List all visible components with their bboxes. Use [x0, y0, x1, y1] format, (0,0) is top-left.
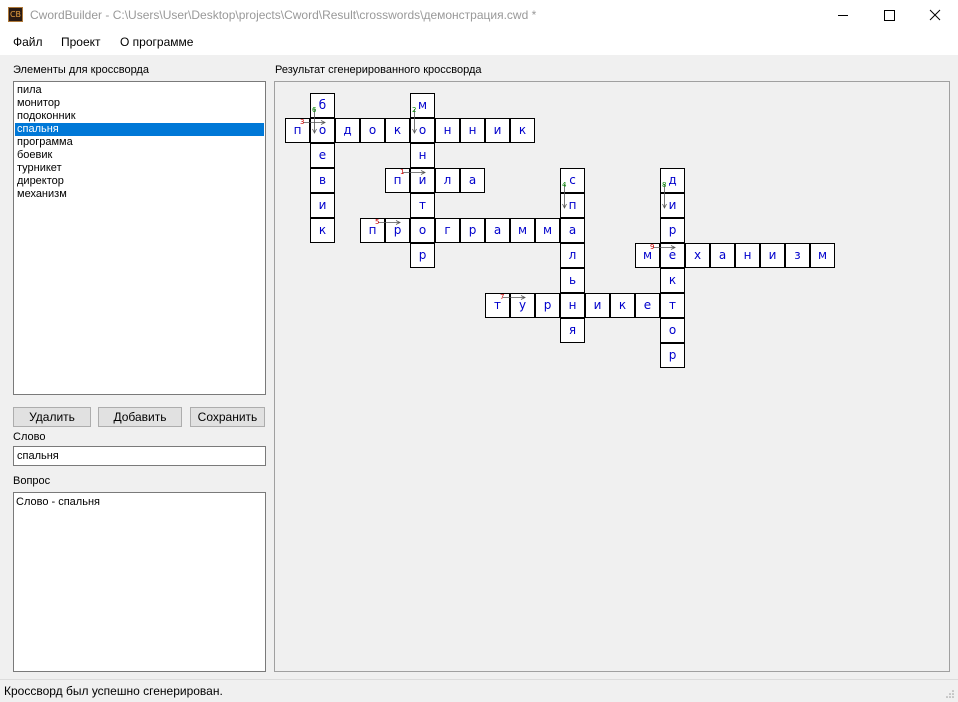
elements-label: Элементы для кроссворда — [13, 64, 149, 76]
title-bar[interactable]: CB CwordBuilder - C:\Users\User\Desktop\… — [0, 0, 958, 31]
word-number: 5 — [375, 218, 380, 226]
question-textarea[interactable]: Слово - спальня — [13, 492, 266, 672]
menu-file[interactable]: Файл — [13, 35, 43, 49]
word-number: 6 — [312, 106, 317, 114]
list-item[interactable]: программа — [15, 136, 264, 149]
word-number: 9 — [650, 243, 655, 251]
elements-list: пила монитор подоконник спальня программа бое… — [14, 82, 265, 201]
list-item[interactable]: боевик — [15, 149, 264, 162]
across-arrow — [378, 220, 401, 225]
list-item[interactable]: подоконник — [15, 110, 264, 123]
word-number: 4 — [562, 181, 567, 189]
delete-button[interactable]: Удалить — [13, 407, 91, 427]
across-arrow — [503, 295, 526, 300]
across-arrow — [303, 120, 326, 125]
across-arrow — [403, 170, 426, 175]
app-icon: CB — [8, 7, 23, 22]
question-label: Вопрос — [13, 475, 51, 487]
word-label: Слово — [13, 431, 46, 443]
word-number: 3 — [300, 118, 305, 126]
menu-bar: Файл Проект О программе — [0, 31, 958, 55]
crossword-canvas: пиламонторподокнникспальняпрграммбевикту… — [274, 81, 950, 672]
crossword-arrows — [303, 109, 676, 300]
list-item[interactable]: монитор — [15, 97, 264, 110]
word-number: 1 — [400, 168, 405, 176]
word-number: 7 — [500, 293, 505, 301]
window-title: CwordBuilder - C:\Users\User\Desktop\pro… — [30, 8, 537, 22]
maximize-icon[interactable] — [866, 0, 912, 31]
result-label: Результат сгенерированного кроссворда — [275, 64, 482, 76]
resize-grip-icon[interactable] — [945, 689, 955, 699]
menu-about[interactable]: О программе — [120, 35, 193, 49]
status-bar: Кроссворд был успешно сгенерирован. — [0, 679, 958, 702]
add-button[interactable]: Добавить — [98, 407, 182, 427]
status-message: Кроссворд был успешно сгенерирован. — [4, 684, 223, 698]
word-number: 8 — [662, 181, 667, 189]
list-item[interactable]: механизм — [15, 188, 264, 201]
word-input[interactable]: спальня — [13, 446, 266, 466]
list-item[interactable]: пила — [15, 84, 264, 97]
list-item[interactable]: турникет — [15, 162, 264, 175]
across-arrow — [653, 245, 676, 250]
menu-project[interactable]: Проект — [61, 35, 101, 49]
list-item[interactable]: спальня — [15, 123, 264, 136]
minimize-icon[interactable] — [820, 0, 866, 31]
list-item[interactable]: директор — [15, 175, 264, 188]
word-number: 2 — [412, 106, 417, 114]
elements-listbox[interactable]: пила монитор подоконник спальня программа бое… — [13, 81, 266, 395]
save-button[interactable]: Сохранить — [190, 407, 265, 427]
close-icon[interactable] — [912, 0, 958, 31]
